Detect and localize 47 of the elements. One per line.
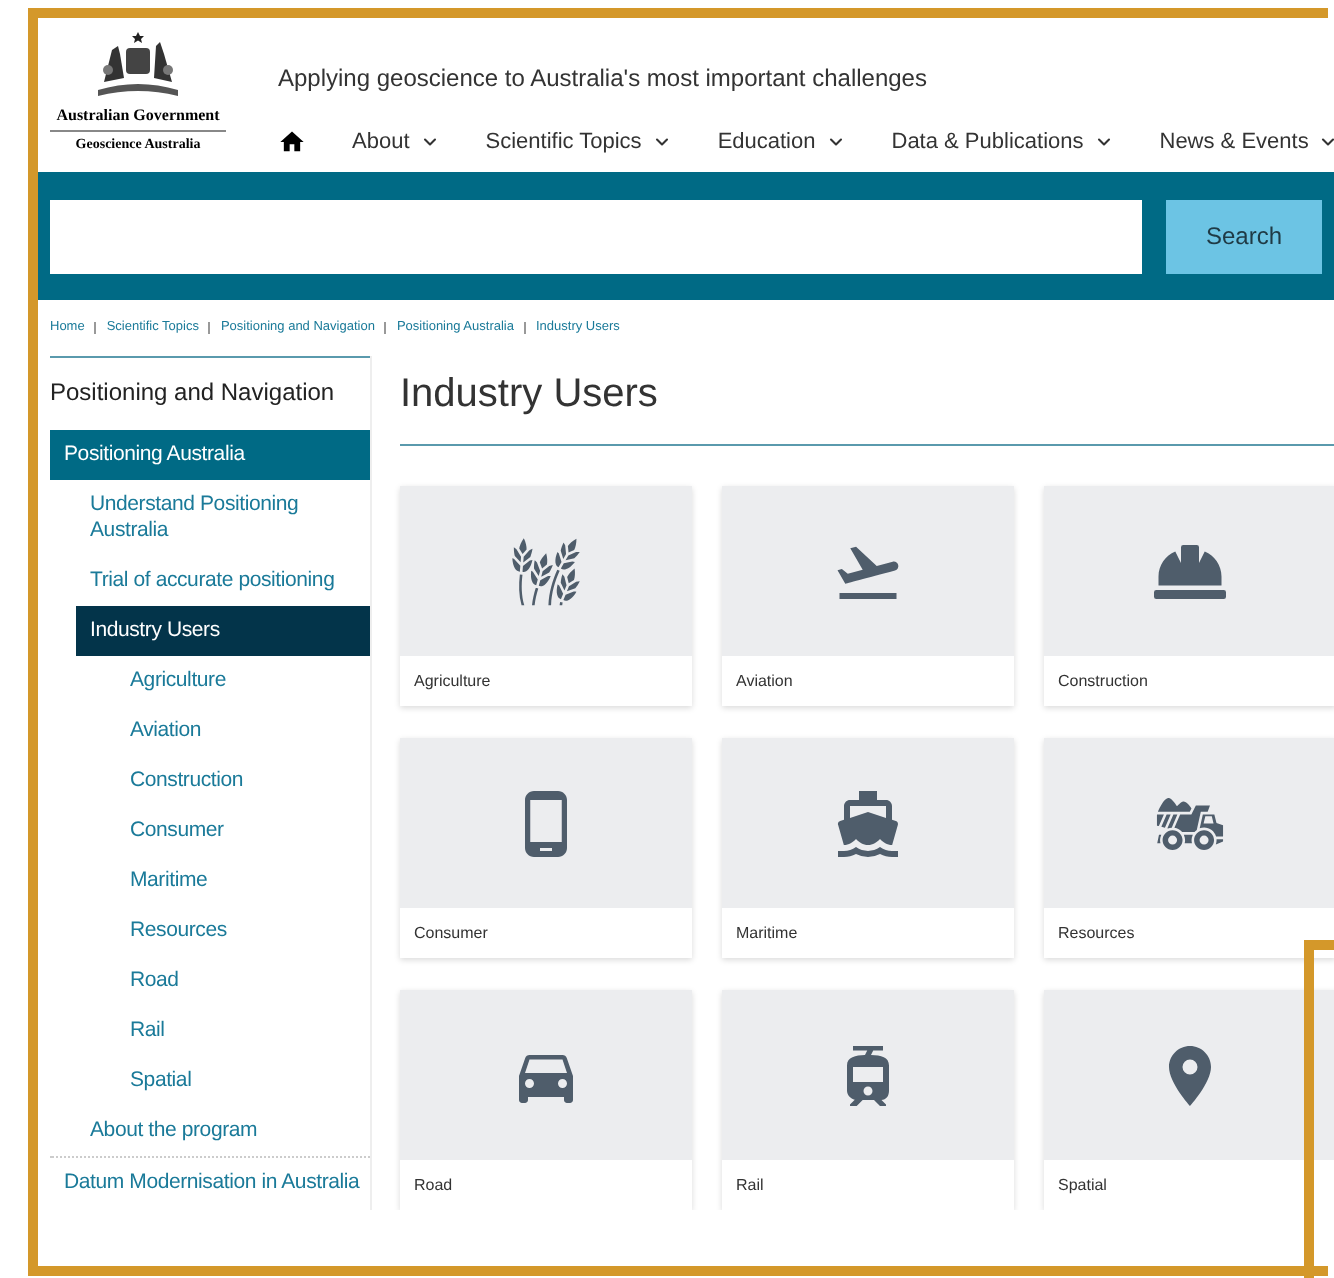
nav-menu-item[interactable]: About xyxy=(352,126,440,159)
sidebar-item[interactable]: Agriculture xyxy=(116,656,370,706)
sidebar-item[interactable]: Consumer xyxy=(116,806,370,856)
nav-menu-item[interactable]: Education xyxy=(717,126,846,159)
sidebar-item[interactable]: Datum Modernisation in Australia xyxy=(50,1156,370,1208)
category-card[interactable]: Aviation xyxy=(722,486,1014,706)
card-label: Rail xyxy=(734,1174,766,1198)
search-button[interactable]: Search xyxy=(1166,199,1322,273)
home-icon[interactable] xyxy=(278,128,306,157)
nav-menu-item[interactable]: News & Events xyxy=(1159,126,1334,159)
sidebar-item[interactable]: About the program xyxy=(76,1106,370,1156)
card-label: Road xyxy=(412,1174,455,1198)
category-card[interactable]: Rail xyxy=(722,990,1014,1210)
sidebar-item[interactable]: Rail xyxy=(116,1006,370,1056)
card-label: Construction xyxy=(1056,670,1150,694)
sidebar-item[interactable]: Aviation xyxy=(116,706,370,756)
sidebar-item[interactable]: Industry Users xyxy=(76,606,370,656)
sidebar-item[interactable]: Maritime xyxy=(116,856,370,906)
sidebar-item[interactable]: Road xyxy=(116,956,370,1006)
sidebar-item[interactable]: Positioning Australia xyxy=(50,430,370,480)
sidebar-item[interactable]: Spatial xyxy=(116,1056,370,1106)
card-label: Consumer xyxy=(412,922,490,946)
card-label: Agriculture xyxy=(412,670,493,694)
sidebar-item[interactable]: Trial of accurate positioning xyxy=(76,556,370,606)
card-label: Resources xyxy=(1056,922,1137,946)
category-card[interactable]: Resources xyxy=(1044,738,1334,958)
logo-line: Australian Government xyxy=(56,106,220,126)
category-card[interactable]: Maritime xyxy=(722,738,1014,958)
ship-icon xyxy=(832,787,904,859)
category-card[interactable]: Construction xyxy=(1044,486,1334,706)
sidebar-item[interactable]: Understand Positioning Australia xyxy=(76,480,370,556)
wheat-icon xyxy=(510,535,582,607)
tagline: Applying geoscience to Australia's most important challenges xyxy=(278,62,929,96)
card-label: Spatial xyxy=(1056,1174,1109,1198)
category-card[interactable]: Spatial xyxy=(1044,990,1334,1210)
category-card[interactable]: Consumer xyxy=(400,738,692,958)
page-title: Industry Users xyxy=(400,370,660,420)
sidebar-item[interactable]: Resources xyxy=(116,906,370,956)
sidebar-item[interactable]: Construction xyxy=(116,756,370,806)
nav-menu-item[interactable]: Scientific Topics xyxy=(485,126,672,159)
category-card[interactable]: Agriculture xyxy=(400,486,692,706)
card-label: Aviation xyxy=(734,670,795,694)
sidebar-title: Positioning and Navigation xyxy=(50,378,335,406)
search-field[interactable] xyxy=(50,199,1142,273)
category-card[interactable]: Road xyxy=(400,990,692,1210)
card-label: Maritime xyxy=(734,922,800,946)
nav-menu-item[interactable]: Data & Publications xyxy=(891,126,1114,159)
